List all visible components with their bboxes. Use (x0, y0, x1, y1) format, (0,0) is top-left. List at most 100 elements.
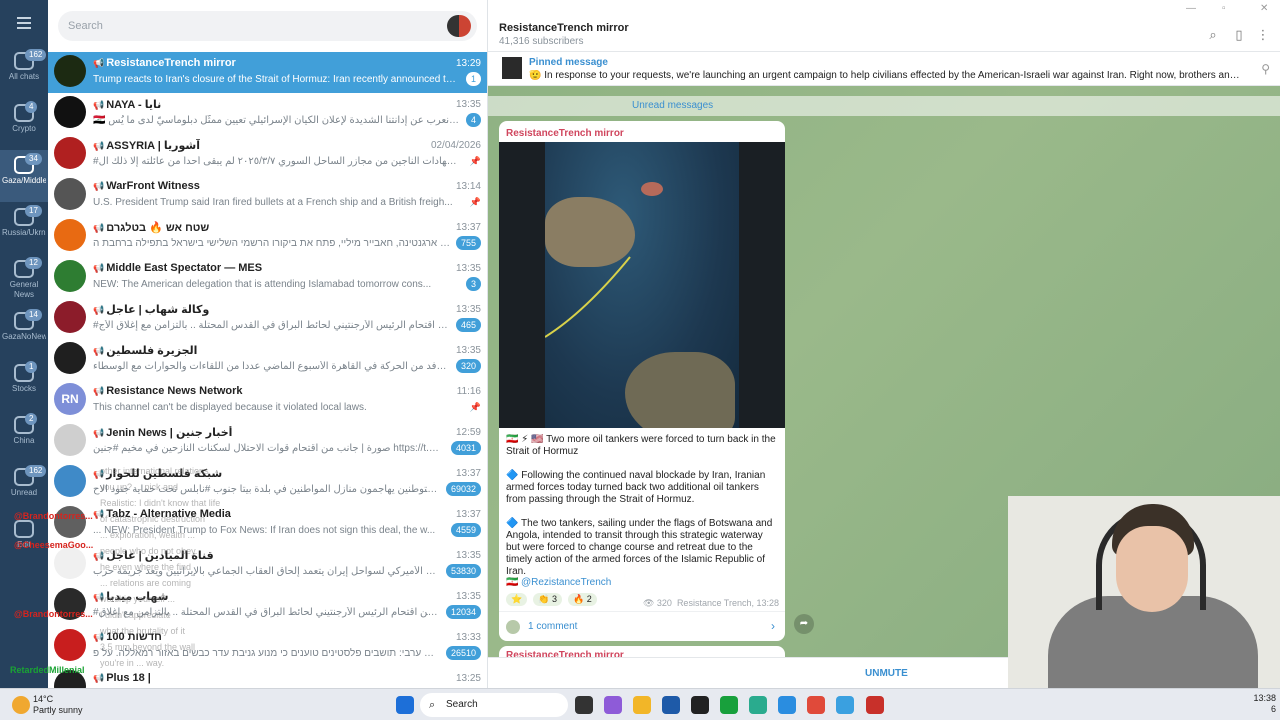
menu-button[interactable] (0, 0, 48, 46)
reaction-chip[interactable]: ⭐ (506, 593, 528, 606)
chrome-icon[interactable] (807, 696, 825, 714)
folder-item[interactable]: 34 Gaza/MiddleE (0, 150, 48, 202)
folder-badge: 2 (25, 413, 38, 425)
pin-icon: 📌 (469, 401, 481, 412)
folder-item[interactable]: 2 China (0, 410, 48, 462)
channel-icon: 📢 (93, 345, 105, 356)
store-icon[interactable] (662, 696, 680, 714)
chat-preview: NEW: The American delegation that is att… (93, 278, 432, 290)
folder-item[interactable]: 1 Stocks (0, 358, 48, 410)
chat-preview: #مجازر_آذار شهادات الناجين من مجازر السا… (93, 155, 464, 167)
chat-name: שטח אש 🔥 בטלגרם (106, 221, 210, 234)
folder-badge: 4 (25, 101, 38, 113)
start-icon[interactable] (396, 696, 414, 714)
minimize-icon[interactable]: — (1186, 3, 1196, 14)
stream-chat-message: you up? ... pick and (100, 482, 179, 492)
unread-badge: 53830 (445, 564, 481, 578)
chat-avatar (54, 547, 86, 579)
chat-list-item[interactable]: 📢NAYA - نايا 13:35 🇮🇶 وزارة الخارجية العرا… (48, 93, 487, 134)
clock-date: 6 (1270, 704, 1276, 714)
chat-list-item[interactable]: RN 📢 Resistance News Network 11:16 This chan… (48, 380, 487, 421)
chat-list-item[interactable]: 📢 WarFront Witness 13:14 U.S. President Tru… (48, 175, 487, 216)
chat-avatar (54, 178, 86, 210)
maximize-icon[interactable]: ▫ (1222, 3, 1226, 14)
chat-time: 13:35 (455, 303, 481, 315)
folder-item[interactable]: 12 General News (0, 254, 48, 306)
app-icon-2[interactable] (866, 696, 884, 714)
forward-button[interactable]: ➦ (794, 614, 814, 634)
chat-name: NAYA - نايا (106, 98, 162, 111)
chat-list-item[interactable]: 📢ASSYRIA | آشوريا 02/04/2026 #مجازر_آذار ش… (48, 134, 487, 175)
folder-item[interactable]: 162 All chats (0, 46, 48, 98)
unpin-icon[interactable]: ⚲ (1261, 62, 1270, 76)
taskbar-search[interactable]: ⌕ Search (420, 693, 568, 717)
taskbar: 14°C Partly sunny ⌕ Search 13:38 6 (0, 688, 1280, 720)
file-explorer-icon[interactable] (633, 696, 651, 714)
xbox-icon[interactable] (720, 696, 738, 714)
chat-list-item[interactable]: 📢שטח אש 🔥 בטלגרם 13:37 נשיא ארגנטינה, חאבי… (48, 216, 487, 257)
chat-time: 13:33 (455, 631, 481, 643)
close-icon[interactable]: ✕ (1260, 3, 1268, 14)
chat-name: وكالة شهاب | عاجل (106, 303, 210, 316)
reaction-chip[interactable]: 🔥 2 (567, 593, 597, 606)
account-avatar[interactable] (447, 15, 471, 37)
weather-icon[interactable] (12, 696, 30, 714)
folder-label: All chats (8, 72, 40, 81)
pin-icon: 📌 (469, 155, 481, 166)
comments-button[interactable]: 1 comment › (499, 611, 785, 641)
folder-label: Russia/Ukrne (2, 228, 46, 237)
telegram-icon[interactable] (836, 696, 854, 714)
chat-avatar (54, 96, 86, 128)
capcut-icon[interactable] (691, 696, 709, 714)
chat-name: Plus 18 | (106, 672, 151, 684)
post-signature: Resistance Trench, 13:28 (676, 598, 779, 608)
channel-post[interactable]: ResistanceTrench mirror 🇮🇷 ⚡ 🇺🇸 Two more… (499, 121, 785, 641)
weather-widget[interactable]: 14°C Partly sunny (33, 694, 83, 716)
comments-label: 1 comment (528, 621, 578, 632)
commenter-avatar (506, 620, 520, 634)
chat-list-item[interactable]: 📢 ResistanceTrench mirror 13:29 Trump react… (48, 52, 487, 93)
folder-badge: 17 (25, 205, 42, 217)
chat-list-item[interactable]: 📢وكالة شهاب | عاجل 13:35 #صور | من اقتحام … (48, 298, 487, 339)
folder-item[interactable]: 17 Russia/Ukrne (0, 202, 48, 254)
copilot-icon[interactable] (604, 696, 622, 714)
unmute-button[interactable]: UNMUTE (865, 668, 908, 679)
search-icon[interactable]: ⌕ (1206, 28, 1220, 42)
folder-badge: 162 (25, 49, 47, 61)
more-icon[interactable]: ⋮ (1256, 28, 1270, 42)
search-input[interactable]: Search (58, 11, 477, 41)
sidebar-toggle-icon[interactable]: ▯ (1232, 28, 1246, 42)
chat-name: ResistanceTrench mirror (106, 57, 236, 69)
stream-chat-message: of catastrophic destruction (100, 514, 206, 524)
chat-preview: U.S. President Trump said Iran fired bul… (93, 196, 453, 208)
reaction-chip[interactable]: 👏 3 (533, 593, 562, 606)
channel-link[interactable]: @RezistanceTrench (521, 577, 611, 588)
pinned-message-bar[interactable]: Pinned message 🫡 In response to your req… (488, 52, 1280, 86)
chat-avatar (54, 465, 86, 497)
unread-badge: 4559 (450, 523, 481, 537)
chevron-right-icon: › (771, 619, 775, 633)
chat-time: 13:14 (455, 180, 481, 192)
folder-item[interactable]: 162 Unread (0, 462, 48, 514)
chat-name: ASSYRIA | آشوريا (106, 139, 200, 152)
chat-list-item[interactable]: 📢الجزيرة فلسطين 13:35 حركة حمـــاس: عقد وف… (48, 339, 487, 380)
clock[interactable]: 13:38 6 (1253, 693, 1276, 715)
search-icon: ⌕ (429, 699, 436, 711)
stream-chat-message: ... exploration, wealth ... (100, 530, 196, 540)
channel-title[interactable]: ResistanceTrench mirror (499, 22, 629, 34)
channel-icon: 📢 (93, 304, 105, 315)
app-icon[interactable] (749, 696, 767, 714)
post-sender[interactable]: ResistanceTrench mirror (506, 128, 624, 139)
chat-list-item[interactable]: 📢 Jenin News | أخبار جنين 12:59 صورة | جانب… (48, 421, 487, 462)
post-text: 🇮🇷 ⚡ 🇺🇸 Two more oil tankers were forced… (506, 434, 778, 590)
task-view-icon[interactable] (575, 696, 593, 714)
channel-icon: 📢 (93, 386, 105, 396)
chat-time: 02/04/2026 (430, 139, 481, 151)
edge-icon[interactable] (778, 696, 796, 714)
chat-list-item[interactable]: 📢Plus 18 |13:25📌 (48, 667, 487, 688)
post-image[interactable] (499, 142, 785, 428)
folder-item[interactable]: 4 Crypto (0, 98, 48, 150)
folder-item[interactable]: 14 GazaNoNews (0, 306, 48, 358)
chat-avatar (54, 342, 86, 374)
chat-list-item[interactable]: 📢 Middle East Spectator — MES 13:35 NEW: Th… (48, 257, 487, 298)
